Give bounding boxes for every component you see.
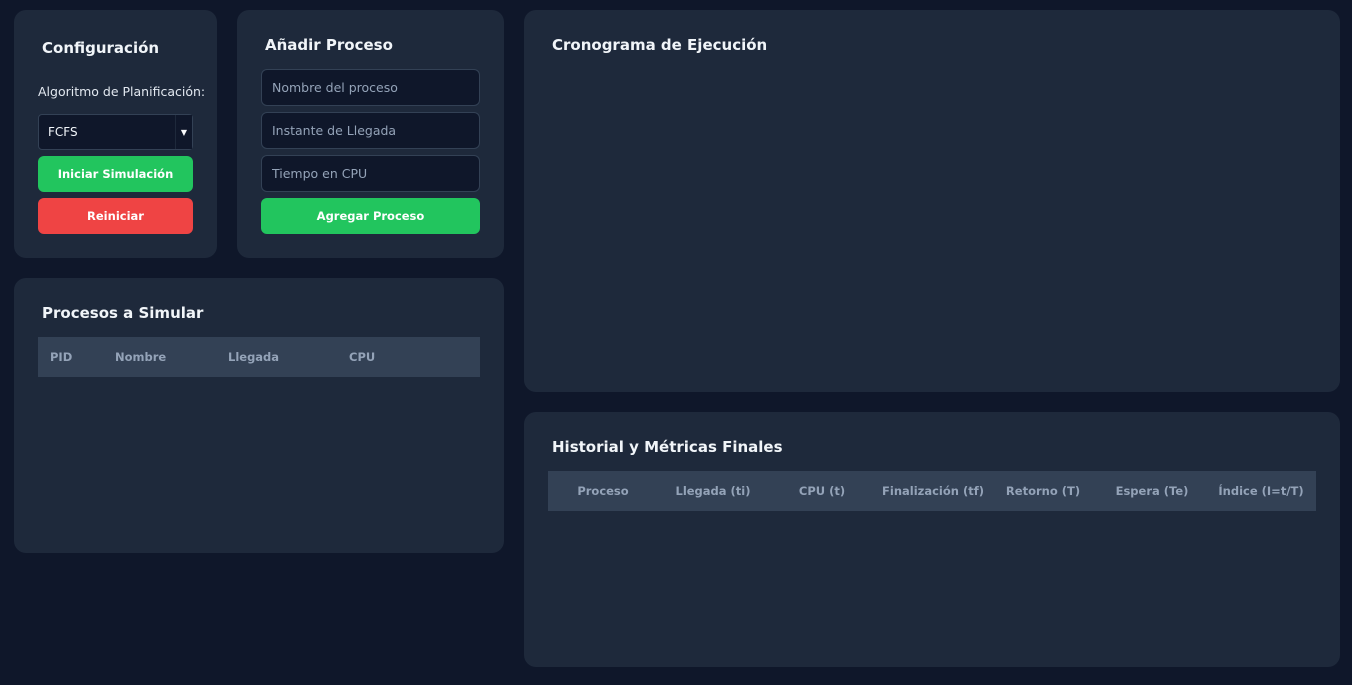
column-header-cpu: CPU <box>349 350 376 364</box>
history-title: Historial y Métricas Finales <box>552 438 783 456</box>
process-name-input[interactable] <box>261 69 480 106</box>
column-header-pid: PID <box>50 350 73 364</box>
algorithm-select-value: FCFS <box>48 125 78 139</box>
column-header-name: Nombre <box>115 350 167 364</box>
history-panel: Historial y Métricas Finales Proceso Lle… <box>524 412 1340 667</box>
add-process-panel: Añadir Proceso Agregar Proceso <box>237 10 504 258</box>
column-header-cpu-t: CPU (t) <box>798 484 846 498</box>
timeline-title: Cronograma de Ejecución <box>552 36 768 54</box>
column-header-wait-te: Espera (Te) <box>1115 484 1189 498</box>
column-header-arrival: Llegada <box>228 350 280 364</box>
column-header-finish-tf: Finalización (tf) <box>882 484 984 498</box>
start-simulation-button[interactable]: Iniciar Simulación <box>38 156 193 192</box>
column-header-process: Proceso <box>577 484 629 498</box>
algorithm-select[interactable]: FCFS ▼ <box>38 114 193 150</box>
config-title: Configuración <box>42 39 160 57</box>
column-header-arrival-ti: Llegada (ti) <box>675 484 751 498</box>
cpu-time-input[interactable] <box>261 155 480 192</box>
add-process-button[interactable]: Agregar Proceso <box>261 198 480 234</box>
add-process-title: Añadir Proceso <box>265 36 393 54</box>
column-header-index: Índice (I=t/T) <box>1218 484 1304 498</box>
processes-table-header: PID Nombre Llegada CPU <box>38 337 480 377</box>
reset-button[interactable]: Reiniciar <box>38 198 193 234</box>
algorithm-label: Algoritmo de Planificación: <box>38 84 206 99</box>
chevron-down-icon[interactable]: ▼ <box>175 115 192 149</box>
column-header-return-t: Retorno (T) <box>1005 484 1081 498</box>
config-panel: Configuración Algoritmo de Planificación… <box>14 10 217 258</box>
timeline-panel: Cronograma de Ejecución <box>524 10 1340 392</box>
processes-title: Procesos a Simular <box>42 304 204 322</box>
processes-panel: Procesos a Simular PID Nombre Llegada CP… <box>14 278 504 553</box>
arrival-time-input[interactable] <box>261 112 480 149</box>
history-table-header: Proceso Llegada (ti) CPU (t) Finalizació… <box>548 471 1316 511</box>
